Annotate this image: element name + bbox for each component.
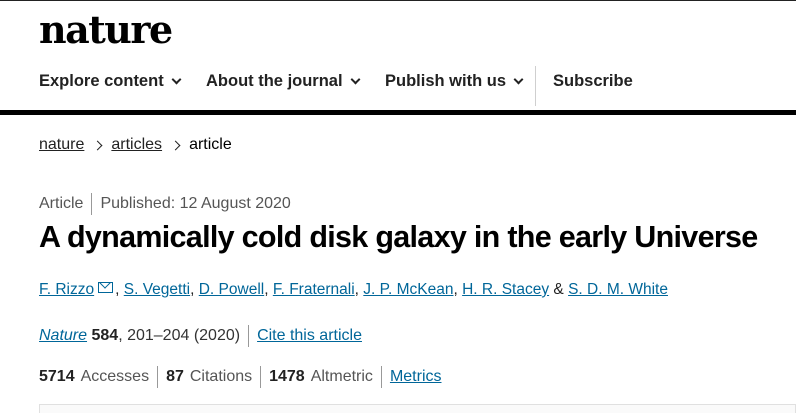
- author-separator: ,: [453, 281, 458, 298]
- author-link[interactable]: J. P. McKean: [363, 281, 453, 299]
- citation-divider: [248, 325, 250, 347]
- top-border: [0, 0, 796, 1]
- author-separator: ,: [354, 281, 359, 298]
- pages-year: , 201–204 (2020): [118, 327, 241, 344]
- main-nav: Explore content About the journal Publis…: [0, 62, 796, 106]
- author-list: F. Rizzo , S. Vegetti , D. Powell , F. F…: [39, 281, 668, 299]
- journal-link[interactable]: Nature: [39, 327, 87, 345]
- author-link[interactable]: S. D. M. White: [568, 281, 668, 299]
- chevron-down-icon: [350, 74, 361, 85]
- citation-line: Nature 584 , 201–204 (2020) Cite this ar…: [39, 325, 362, 347]
- nature-logo[interactable]: nature: [39, 6, 173, 54]
- article-meta: Article Published: 12 August 2020: [39, 193, 291, 215]
- breadcrumb: nature articles article: [39, 136, 232, 154]
- nav-explore-content[interactable]: Explore content: [39, 72, 182, 91]
- nav-divider: [535, 66, 536, 106]
- metrics-divider: [157, 366, 159, 388]
- metrics-divider: [380, 366, 382, 388]
- author-link[interactable]: H. R. Stacey: [462, 281, 549, 299]
- nav-publish-with-us[interactable]: Publish with us: [385, 72, 524, 91]
- header-bar: [0, 110, 796, 115]
- chevron-right-icon: [92, 140, 103, 150]
- cite-this-article-link[interactable]: Cite this article: [257, 327, 362, 345]
- author-separator: ,: [115, 281, 120, 298]
- author-link[interactable]: S. Vegetti: [124, 281, 190, 299]
- chevron-down-icon: [513, 74, 524, 85]
- breadcrumb-articles[interactable]: articles: [111, 136, 162, 154]
- meta-divider: [91, 193, 93, 215]
- nav-item-label: About the journal: [206, 72, 343, 90]
- citations-count: 87: [166, 368, 184, 385]
- subscribe-link[interactable]: Subscribe: [553, 72, 633, 91]
- accesses-count: 5714: [39, 368, 75, 385]
- metrics-divider: [260, 366, 262, 388]
- nav-about-journal[interactable]: About the journal: [206, 72, 361, 91]
- citations-label: Citations: [189, 368, 253, 385]
- volume: 584: [91, 327, 119, 344]
- chevron-right-icon: [170, 140, 181, 150]
- metrics-link[interactable]: Metrics: [390, 368, 442, 386]
- author-link[interactable]: D. Powell: [199, 281, 264, 299]
- content-box-edge: [39, 404, 796, 413]
- altmetric-count: 1478: [269, 368, 305, 385]
- author-separator: ,: [264, 281, 269, 298]
- author-separator: ,: [190, 281, 195, 298]
- article-type: Article: [39, 195, 84, 212]
- author-separator: &: [553, 281, 564, 298]
- article-title: A dynamically cold disk galaxy in the ea…: [39, 220, 758, 254]
- author-link[interactable]: F. Fraternali: [273, 281, 355, 299]
- nav-item-label: Explore content: [39, 72, 164, 90]
- published-date: Published: 12 August 2020: [100, 195, 291, 212]
- breadcrumb-current: article: [189, 136, 232, 153]
- accesses-label: Accesses: [80, 368, 150, 385]
- article-metrics: 5714 Accesses 87 Citations 1478 Altmetri…: [39, 366, 442, 388]
- chevron-down-icon: [171, 74, 182, 85]
- altmetric-label: Altmetric: [310, 368, 373, 385]
- breadcrumb-nature[interactable]: nature: [39, 136, 84, 154]
- envelope-icon[interactable]: [98, 281, 114, 293]
- author-link[interactable]: F. Rizzo: [39, 281, 94, 299]
- nav-item-label: Publish with us: [385, 72, 507, 90]
